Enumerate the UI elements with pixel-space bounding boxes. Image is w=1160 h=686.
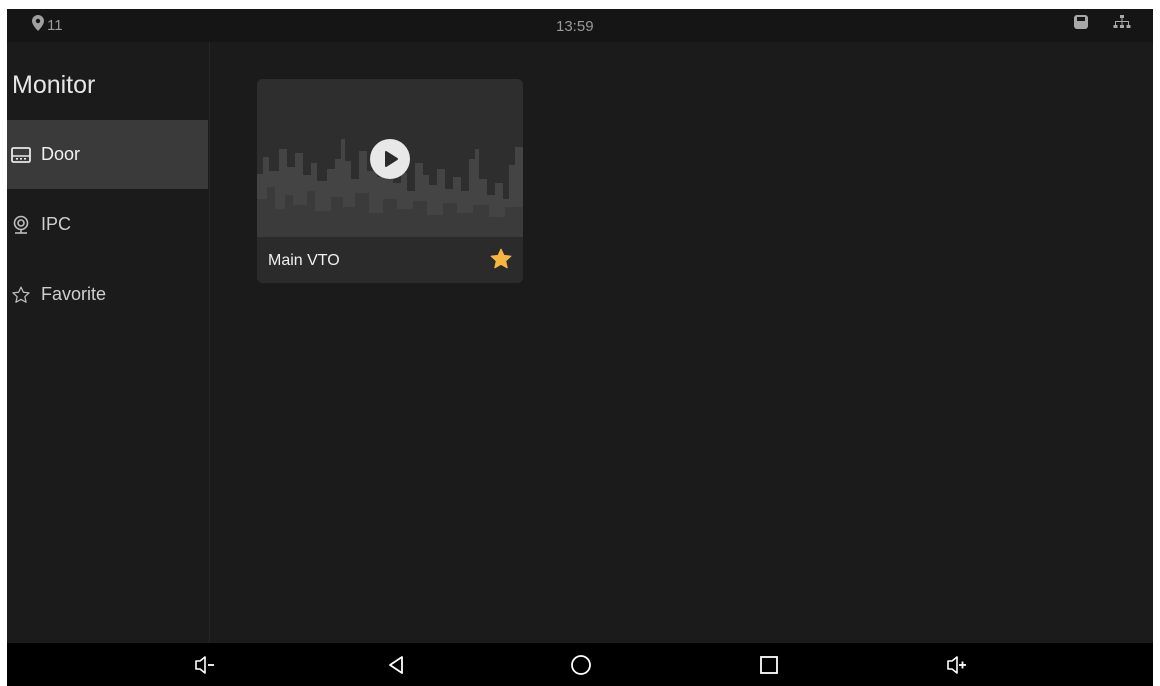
sidebar-item-ipc[interactable]: IPC	[7, 190, 208, 259]
device-grid: Main VTO	[210, 42, 1153, 643]
network-icon	[1113, 14, 1131, 34]
page-title: Monitor	[12, 71, 96, 99]
sidebar-item-door[interactable]: Door	[7, 120, 208, 189]
star-outline-icon	[10, 284, 32, 306]
device-card[interactable]: Main VTO	[257, 79, 523, 283]
navigation-bar	[7, 643, 1153, 686]
sidebar-item-label: IPC	[41, 214, 72, 234]
status-clock: 13:59	[556, 18, 594, 35]
sd-card-icon	[1073, 14, 1089, 34]
video-preview	[257, 79, 523, 237]
sidebar-item-label: Door	[41, 144, 81, 164]
volume-up-icon[interactable]	[944, 652, 970, 678]
sidebar: Monitor Door IPC Favorite	[7, 42, 210, 643]
status-bar: 11 13:59	[7, 9, 1153, 42]
location-indicator: 11	[32, 15, 63, 35]
device-name: Main VTO	[268, 252, 340, 269]
play-button[interactable]	[370, 139, 410, 179]
location-count: 11	[47, 16, 63, 34]
favorite-star-icon[interactable]	[489, 247, 513, 271]
sidebar-item-favorite[interactable]: Favorite	[7, 260, 208, 329]
door-station-icon	[10, 144, 32, 166]
back-icon[interactable]	[383, 652, 409, 678]
sidebar-item-label: Favorite	[41, 284, 107, 304]
play-icon	[385, 151, 398, 167]
monitor-screen: 11 13:59 Monitor Door IPC Favorite Main …	[7, 9, 1153, 686]
location-pin-icon	[32, 15, 44, 35]
camera-icon	[10, 214, 32, 236]
card-footer: Main VTO	[257, 237, 523, 283]
recents-icon[interactable]	[756, 652, 782, 678]
home-icon[interactable]	[568, 652, 594, 678]
volume-down-icon[interactable]	[192, 652, 218, 678]
